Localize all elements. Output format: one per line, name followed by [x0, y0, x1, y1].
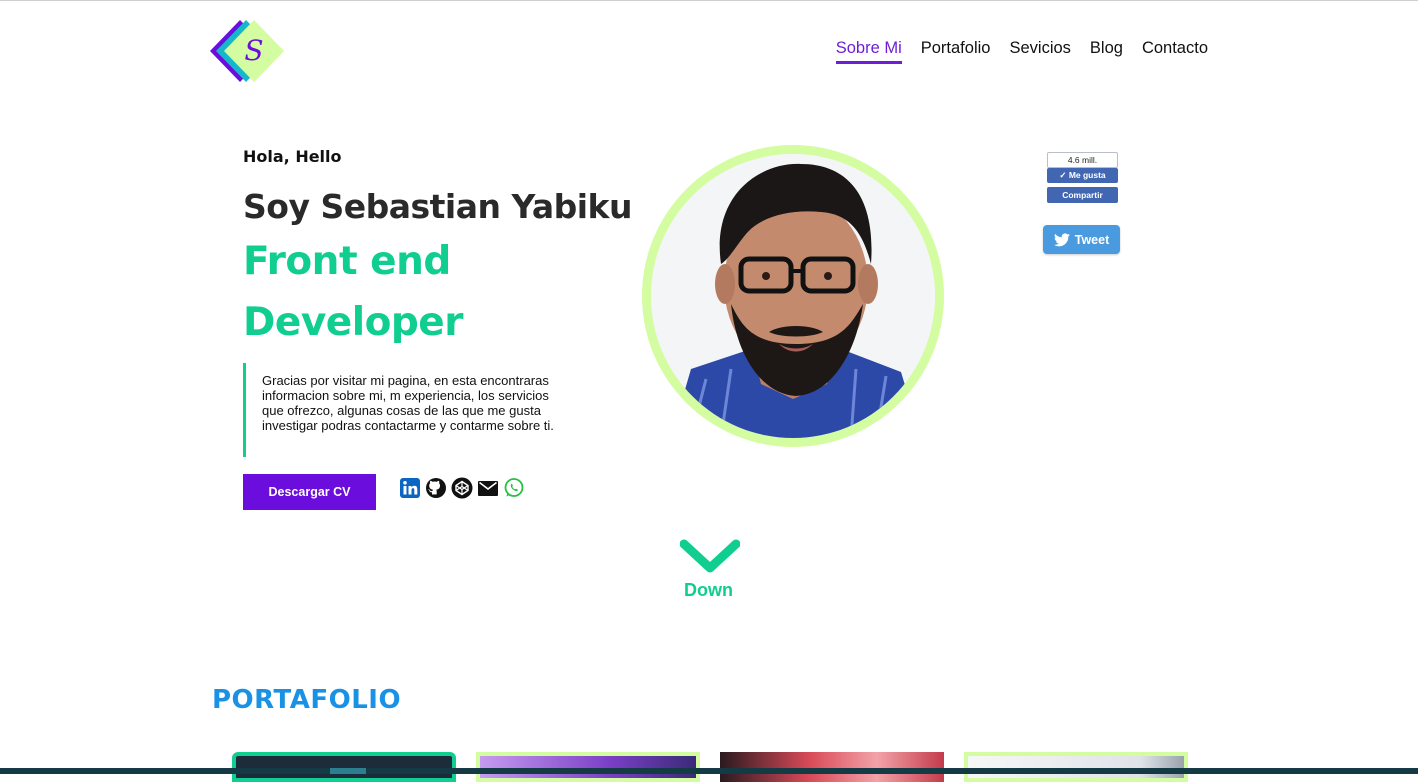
nav-portafolio[interactable]: Portafolio [921, 39, 991, 64]
logo-letter: S [244, 34, 263, 67]
horizontal-scrollbar[interactable] [0, 768, 1418, 774]
fb-like-button[interactable]: ✓ Me gusta [1047, 168, 1118, 183]
github-icon[interactable] [425, 477, 448, 500]
fb-share-button[interactable]: Compartir [1047, 187, 1118, 203]
hero-role-line1: Front end [243, 239, 451, 284]
social-links [399, 477, 526, 500]
email-icon[interactable] [477, 477, 500, 500]
fb-like-label: Me gusta [1068, 170, 1106, 180]
hero-role-line2: Developer [243, 300, 463, 345]
portfolio-card[interactable] [232, 752, 456, 782]
profile-photo-image [651, 154, 935, 438]
tweet-button[interactable]: Tweet [1043, 225, 1120, 254]
site-logo[interactable]: S [210, 20, 286, 82]
portfolio-heading: PORTAFOLIO [212, 685, 402, 715]
fb-like-count: 4.6 mill. [1047, 152, 1118, 168]
whatsapp-icon[interactable] [503, 477, 526, 500]
nav-blog[interactable]: Blog [1090, 39, 1123, 64]
tweet-label: Tweet [1074, 232, 1110, 247]
download-cv-button[interactable]: Descargar CV [243, 474, 376, 510]
portfolio-card[interactable] [720, 752, 944, 782]
facebook-share-widget: 4.6 mill. ✓ Me gusta Compartir [1047, 152, 1118, 203]
hero-description: Gracias por visitar mi pagina, en esta e… [243, 363, 573, 457]
codepen-icon[interactable] [451, 477, 474, 500]
chevron-down-icon[interactable] [679, 538, 741, 576]
main-nav: Sobre Mi Portafolio Sevicios Blog Contac… [817, 39, 1208, 64]
nav-contacto[interactable]: Contacto [1142, 39, 1208, 64]
scroll-down-label[interactable]: Down [684, 580, 733, 601]
hero-greeting: Hola, Hello [243, 147, 342, 166]
nav-servicios[interactable]: Sevicios [1009, 39, 1070, 64]
scrollbar-thumb[interactable] [330, 768, 366, 774]
twitter-bird-icon [1053, 232, 1070, 246]
linkedin-icon[interactable] [399, 477, 422, 500]
portfolio-card[interactable] [476, 752, 700, 782]
nav-sobre-mi[interactable]: Sobre Mi [835, 39, 902, 64]
profile-photo [642, 145, 944, 447]
portfolio-card[interactable] [964, 752, 1188, 782]
hero-name: Soy Sebastian Yabiku [243, 187, 632, 226]
